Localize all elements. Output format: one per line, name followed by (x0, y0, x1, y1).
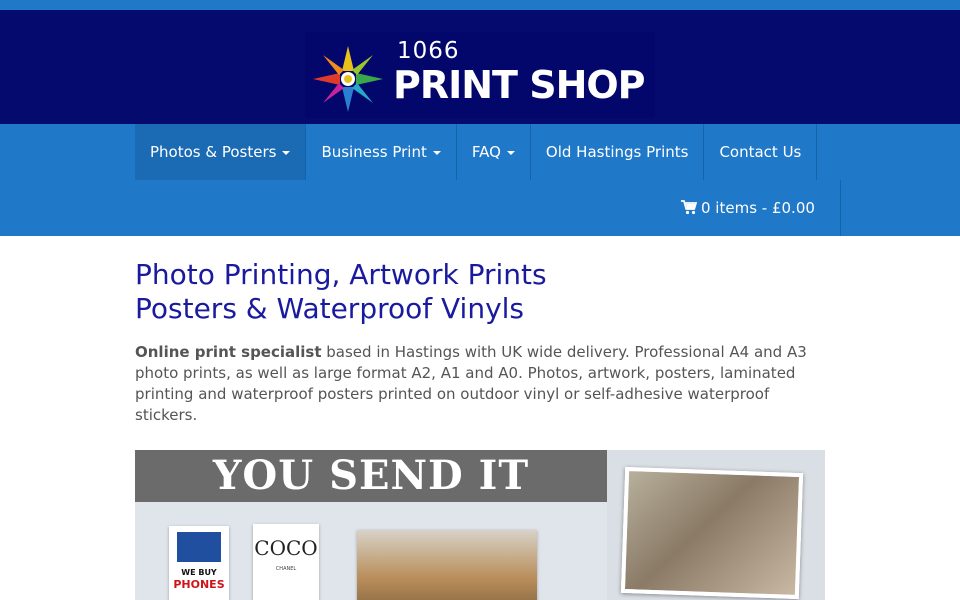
poster-title: COCO (254, 536, 318, 560)
poster-line1: WE BUY (181, 568, 217, 577)
top-strip (0, 0, 960, 10)
wedding-photo-image (620, 466, 804, 600)
phones-poster-image: WE BUY PHONES (169, 526, 229, 600)
nav-item-label: Business Print (321, 143, 427, 161)
logo-number: 1066 (397, 38, 460, 64)
intro-bold: Online print specialist (135, 343, 322, 361)
coco-poster-image: COCO CHANEL (253, 524, 319, 600)
caret-down-icon (282, 150, 291, 155)
site-logo[interactable]: 1066 PRINT SHOP (305, 32, 655, 118)
nav-item-faq[interactable]: FAQ (457, 124, 531, 180)
nav-item-business-print[interactable]: Business Print (306, 124, 457, 180)
main-content: Photo Printing, Artwork Prints Posters &… (135, 258, 825, 426)
cart-summary: 0 items - £0.00 (701, 199, 815, 217)
nav-menu: Photos & Posters Business Print FAQ Old … (135, 124, 818, 180)
cart-link[interactable]: 0 items - £0.00 (666, 180, 841, 236)
hero-banner[interactable]: YOU SEND IT WE BUY PHONES COCO CHANEL (135, 450, 825, 600)
dog-photo-image (357, 530, 537, 600)
caret-down-icon (432, 150, 441, 155)
banner-headline: YOU SEND IT (212, 452, 530, 499)
page-title: Photo Printing, Artwork Prints Posters &… (135, 258, 825, 326)
intro-paragraph: Online print specialist based in Hasting… (135, 342, 825, 426)
nav-item-label: Old Hastings Prints (545, 143, 689, 161)
poster-subtitle: CHANEL (275, 566, 297, 572)
logo-name: PRINT SHOP (393, 63, 646, 107)
nav-item-contact-us[interactable]: Contact Us (704, 124, 818, 180)
caret-down-icon (506, 150, 515, 155)
nav-item-label: Photos & Posters (150, 143, 277, 161)
poster-line2: PHONES (173, 578, 225, 591)
page-title-line1: Photo Printing, Artwork Prints (135, 258, 547, 291)
nav-item-label: FAQ (471, 143, 501, 161)
shopping-cart-icon (681, 200, 698, 215)
nav-item-label: Contact Us (719, 143, 802, 161)
site-header: 1066 PRINT SHOP (0, 10, 960, 124)
main-navigation: Photos & Posters Business Print FAQ Old … (0, 124, 960, 236)
star-burst-icon (313, 46, 383, 112)
nav-item-photos-posters[interactable]: Photos & Posters (135, 124, 307, 180)
nav-item-old-hastings-prints[interactable]: Old Hastings Prints (531, 124, 705, 180)
tablet-graphic (177, 532, 221, 562)
page-title-line2: Posters & Waterproof Vinyls (135, 292, 525, 325)
